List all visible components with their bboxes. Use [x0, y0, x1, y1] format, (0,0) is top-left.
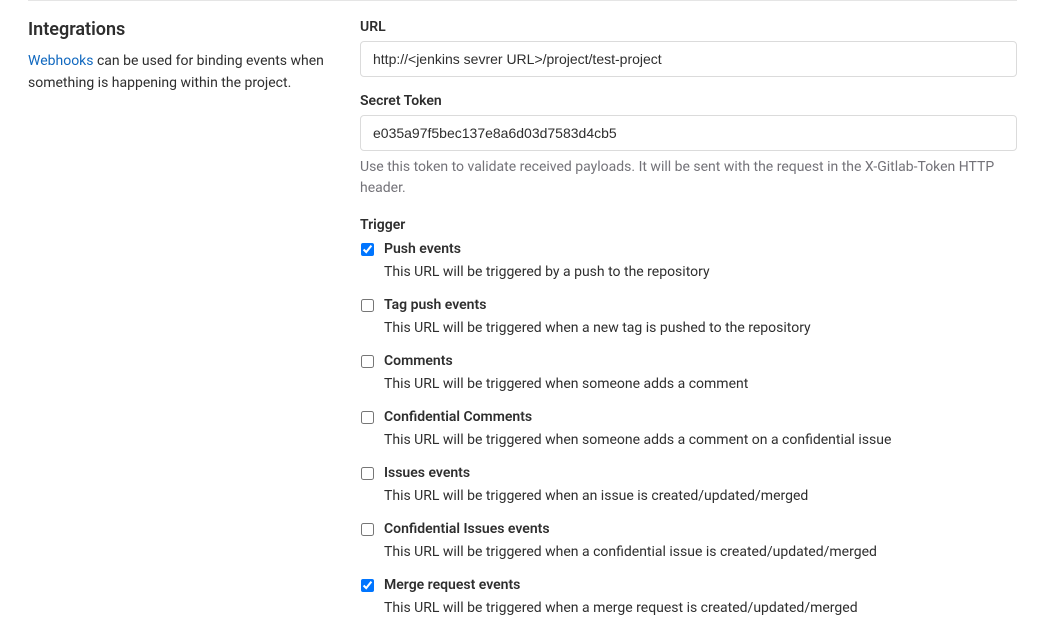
trigger-description: This URL will be triggered when a new ta…	[384, 318, 1017, 339]
trigger-item: Confidential Issues events This URL will …	[360, 521, 1017, 563]
trigger-checkbox[interactable]	[361, 355, 374, 368]
trigger-title: Confidential Issues events	[384, 521, 550, 537]
trigger-checkbox[interactable]	[361, 579, 374, 592]
trigger-title: Confidential Comments	[384, 409, 532, 425]
section-divider	[28, 0, 1017, 1]
url-input[interactable]	[360, 41, 1017, 77]
settings-layout: Integrations Webhooks can be used for bi…	[28, 19, 1017, 633]
trigger-item: Issues events This URL will be triggered …	[360, 465, 1017, 507]
integrations-description: Webhooks can be used for binding events …	[28, 50, 336, 95]
trigger-row[interactable]: Push events	[361, 241, 1017, 257]
webhooks-link[interactable]: Webhooks	[28, 53, 94, 69]
trigger-item: Comments This URL will be triggered when …	[360, 353, 1017, 395]
trigger-item: Tag push events This URL will be triggere…	[360, 297, 1017, 339]
sidebar-intro: Integrations Webhooks can be used for bi…	[28, 19, 336, 633]
trigger-list: Push events This URL will be triggered by…	[360, 241, 1017, 619]
integrations-heading: Integrations	[28, 19, 336, 40]
trigger-description: This URL will be triggered by a push to …	[384, 262, 1017, 283]
token-field-group: Secret Token Use this token to validate …	[360, 93, 1017, 199]
trigger-description: This URL will be triggered when someone …	[384, 374, 1017, 395]
trigger-description: This URL will be triggered when a confid…	[384, 542, 1017, 563]
trigger-row[interactable]: Merge request events	[361, 577, 1017, 593]
trigger-item: Confidential Comments This URL will be tr…	[360, 409, 1017, 451]
trigger-title: Issues events	[384, 465, 470, 481]
trigger-title: Tag push events	[384, 297, 486, 313]
trigger-checkbox[interactable]	[361, 411, 374, 424]
trigger-checkbox[interactable]	[361, 523, 374, 536]
token-label: Secret Token	[360, 93, 1017, 109]
trigger-title: Comments	[384, 353, 453, 369]
trigger-description: This URL will be triggered when someone …	[384, 430, 1017, 451]
url-label: URL	[360, 19, 1017, 35]
trigger-description: This URL will be triggered when an issue…	[384, 486, 1017, 507]
trigger-row[interactable]: Comments	[361, 353, 1017, 369]
trigger-row[interactable]: Confidential Issues events	[361, 521, 1017, 537]
trigger-title: Merge request events	[384, 577, 520, 593]
trigger-item: Push events This URL will be triggered by…	[360, 241, 1017, 283]
url-field-group: URL	[360, 19, 1017, 77]
trigger-title: Push events	[384, 241, 461, 257]
trigger-item: Merge request eventsThis URL will be tri…	[360, 577, 1017, 619]
form-main: URL Secret Token Use this token to valid…	[360, 19, 1017, 633]
trigger-section-label: Trigger	[360, 217, 1017, 233]
trigger-checkbox[interactable]	[361, 467, 374, 480]
trigger-checkbox[interactable]	[361, 243, 374, 256]
trigger-checkbox[interactable]	[361, 299, 374, 312]
token-input[interactable]	[360, 115, 1017, 151]
trigger-row[interactable]: Confidential Comments	[361, 409, 1017, 425]
token-help-text: Use this token to validate received payl…	[360, 157, 1017, 199]
trigger-row[interactable]: Tag push events	[361, 297, 1017, 313]
trigger-row[interactable]: Issues events	[361, 465, 1017, 481]
